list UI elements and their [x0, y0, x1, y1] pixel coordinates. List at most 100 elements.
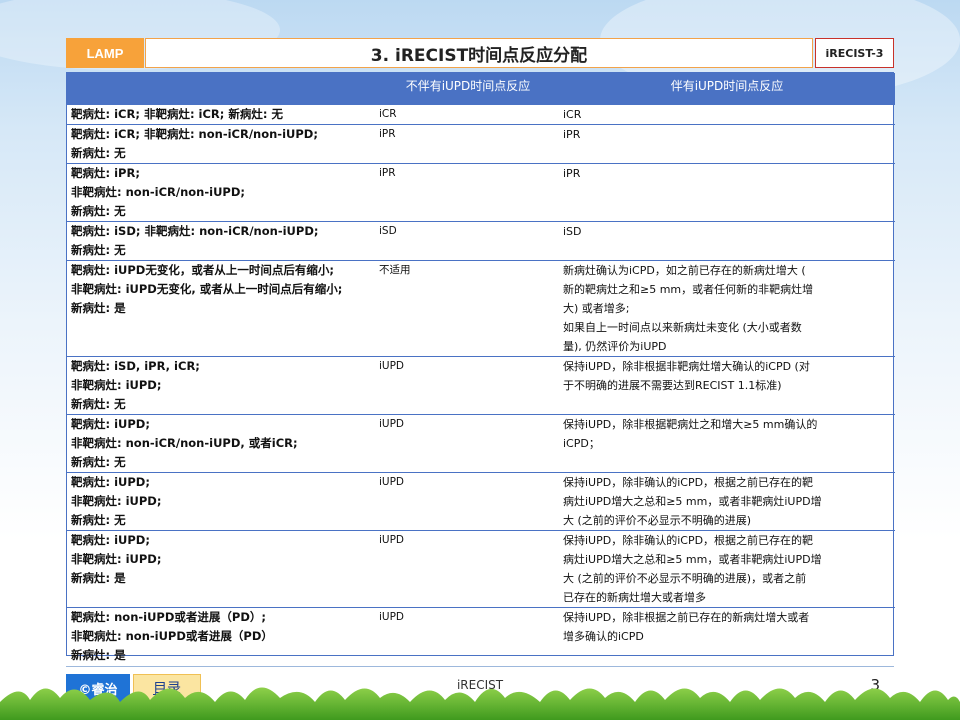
- cell-with-iupd: 新病灶确认为iCPD，如之前已存在的新病灶增大 (新的靶病灶之和≥5 mm，或者…: [559, 259, 895, 356]
- table-row: 靶病灶: iUPD; 非靶病灶: iUPD; 新病灶: 无 iUPD 保持iUPD，除非…: [67, 471, 895, 530]
- cell-with-iupd: 保持iUPD，除非根据非靶病灶增大确认的iCPD (对 于不明确的进展不需要达到R…: [559, 355, 895, 414]
- cell-text-line: iCPD；: [563, 436, 600, 450]
- cell-text-line: iPR: [379, 166, 396, 179]
- cell-text-line: 非靶病灶: iUPD无变化, 或者从上一时间点后有缩小;: [71, 281, 343, 296]
- cell-text-line: iUPD: [379, 417, 405, 430]
- cell-text-line: 保持iUPD，除非确认的iCPD，根据之前已存在的靶: [563, 475, 814, 489]
- cell-text-line: 新病灶: 无: [71, 242, 126, 257]
- cell-text-line: 已存在的新病灶增大或者增多: [563, 590, 706, 604]
- cell-without-iupd: iUPD: [377, 355, 559, 414]
- cell-text-line: iUPD: [379, 359, 405, 372]
- cell-lesion-status: 靶病灶: iUPD; 非靶病灶: iUPD; 新病灶: 是: [67, 529, 377, 607]
- cell-text-line: 非靶病灶: non-iCR/non-iUPD, 或者iCR;: [71, 435, 298, 450]
- cell-text-line: iUPD: [379, 610, 405, 623]
- cell-without-iupd: iCR: [377, 103, 559, 124]
- table-row: 靶病灶: iSD; 非靶病灶: non-iCR/non-iUPD; 新病灶: 无 i…: [67, 220, 895, 260]
- cell-text-line: 非靶病灶: non-iUPD或者进展（PD）: [71, 628, 273, 643]
- lamp-logo: LAMP: [66, 38, 144, 68]
- cell-text-line: 于不明确的进展不需要达到RECIST 1.1标准): [563, 378, 782, 392]
- cell-text-line: iUPD: [379, 475, 405, 488]
- cell-text-line: 靶病灶: iCR; 非靶病灶: iCR; 新病灶: 无: [71, 106, 283, 121]
- cell-text-line: 新病灶: 是: [71, 647, 126, 662]
- table-header-row: 不伴有iUPD时间点反应 伴有iUPD时间点反应: [67, 73, 895, 104]
- cell-text-line: 如果自上一时间点以来新病灶未变化 (大小或者数: [563, 320, 802, 334]
- cell-without-iupd: iUPD: [377, 471, 559, 530]
- cell-lesion-status: 靶病灶: iSD, iPR, iCR; 非靶病灶: iUPD; 新病灶: 无: [67, 355, 377, 414]
- table-row: 靶病灶: iPR; 非靶病灶: non-iCR/non-iUPD; 新病灶: 无 iP…: [67, 162, 895, 221]
- cell-lesion-status: 靶病灶: non-iUPD或者进展（PD）; 非靶病灶: non-iUPD或者进展…: [67, 606, 377, 665]
- cell-text-line: 非靶病灶: non-iCR/non-iUPD;: [71, 184, 245, 199]
- cell-without-iupd: iPR: [377, 162, 559, 221]
- cell-text-line: 靶病灶: iUPD;: [71, 416, 150, 431]
- page-title: 3. iRECIST时间点反应分配: [145, 38, 813, 68]
- cell-text-line: 新病灶: 无: [71, 512, 126, 527]
- cell-lesion-status: 靶病灶: iCR; 非靶病灶: non-iCR/non-iUPD; 新病灶: 无: [67, 123, 377, 163]
- cell-text-line: iCR: [379, 107, 397, 120]
- cell-text-line: iPR: [379, 127, 396, 140]
- response-table: 不伴有iUPD时间点反应 伴有iUPD时间点反应 靶病灶: iCR; 非靶病灶:…: [66, 72, 895, 665]
- cell-text-line: 新病灶: 无: [71, 396, 126, 411]
- cell-text-line: 靶病灶: iSD, iPR, iCR;: [71, 358, 200, 373]
- cell-without-iupd: iUPD: [377, 529, 559, 607]
- cell-text-line: 保持iUPD，除非根据靶病灶之和增大≥5 mm确认的: [563, 417, 818, 431]
- cell-text-line: 靶病灶: iPR;: [71, 165, 140, 180]
- cell-lesion-status: 靶病灶: iUPD; 非靶病灶: non-iCR/non-iUPD, 或者iCR;…: [67, 413, 377, 472]
- cell-with-iupd: 保持iUPD，除非根据之前已存在的新病灶增大或者 增多确认的iCPD: [559, 606, 895, 665]
- cell-with-iupd: iPR: [559, 162, 895, 221]
- cell-text-line: iUPD: [379, 533, 405, 546]
- cell-text-line: 新病灶: 是: [71, 300, 126, 315]
- cell-with-iupd: 保持iUPD，除非根据靶病灶之和增大≥5 mm确认的 iCPD；: [559, 413, 895, 472]
- cell-text-line: 保持iUPD，除非根据之前已存在的新病灶增大或者: [563, 610, 810, 624]
- cell-text-line: 靶病灶: iUPD;: [71, 532, 150, 547]
- cell-text-line: 保持iUPD，除非确认的iCPD，根据之前已存在的靶: [563, 533, 814, 547]
- cell-text-line: 新病灶: 无: [71, 454, 126, 469]
- cell-text-line: 病灶iUPD增大之总和≥5 mm，或者非靶病灶iUPD增: [563, 552, 822, 566]
- cell-text-line: 大 (之前的评价不必显示不明确的进展): [563, 513, 752, 527]
- cell-with-iupd: iSD: [559, 220, 895, 260]
- cell-text-line: 不适用: [379, 263, 411, 276]
- footer-divider: [66, 666, 894, 667]
- cell-text-line: 大 (之前的评价不必显示不明确的进展)，或者之前: [563, 571, 807, 585]
- cell-text-line: 靶病灶: iSD; 非靶病灶: non-iCR/non-iUPD;: [71, 223, 319, 238]
- cell-with-iupd: 保持iUPD，除非确认的iCPD，根据之前已存在的靶 病灶iUPD增大之总和≥5 …: [559, 471, 895, 530]
- cell-without-iupd: iSD: [377, 220, 559, 260]
- grass-decoration: [0, 687, 960, 720]
- cell-text-line: 新的靶病灶之和≥5 mm，或者任何新的非靶病灶增: [563, 282, 814, 296]
- table-row: 靶病灶: iSD, iPR, iCR; 非靶病灶: iUPD; 新病灶: 无 iUPD…: [67, 355, 895, 414]
- cell-lesion-status: 靶病灶: iPR; 非靶病灶: non-iCR/non-iUPD; 新病灶: 无: [67, 162, 377, 221]
- cell-text-line: 靶病灶: iCR; 非靶病灶: non-iCR/non-iUPD;: [71, 126, 318, 141]
- table-row: 靶病灶: non-iUPD或者进展（PD）; 非靶病灶: non-iUPD或者进展…: [67, 606, 895, 665]
- table-row: 靶病灶: iUPD无变化，或者从上一时间点后有缩小; 非靶病灶: iUPD无变化,…: [67, 259, 895, 356]
- cell-lesion-status: 靶病灶: iSD; 非靶病灶: non-iCR/non-iUPD; 新病灶: 无: [67, 220, 377, 260]
- cell-lesion-status: 靶病灶: iUPD; 非靶病灶: iUPD; 新病灶: 无: [67, 471, 377, 530]
- cell-text-line: 量), 仍然评价为iUPD: [563, 339, 667, 353]
- cell-with-iupd: iCR: [559, 103, 895, 124]
- cell-text-line: 增多确认的iCPD: [563, 629, 644, 643]
- cell-lesion-status: 靶病灶: iUPD无变化，或者从上一时间点后有缩小; 非靶病灶: iUPD无变化,…: [67, 259, 377, 356]
- cell-text-line: 靶病灶: iUPD无变化，或者从上一时间点后有缩小;: [71, 262, 334, 277]
- slide-code: iRECIST-3: [815, 38, 894, 68]
- cell-text-line: 非靶病灶: iUPD;: [71, 493, 162, 508]
- header-col-without-iupd: 不伴有iUPD时间点反应: [377, 73, 559, 104]
- cell-text-line: 新病灶: 是: [71, 570, 126, 585]
- cell-without-iupd: 不适用: [377, 259, 559, 356]
- table-row: 靶病灶: iCR; 非靶病灶: iCR; 新病灶: 无 iCR iCR: [67, 103, 895, 124]
- cell-text-line: iSD: [563, 224, 582, 238]
- table-row: 靶病灶: iUPD; 非靶病灶: non-iCR/non-iUPD, 或者iCR;…: [67, 413, 895, 472]
- cell-text-line: iPR: [563, 166, 581, 180]
- cell-text-line: 靶病灶: iUPD;: [71, 474, 150, 489]
- cell-text-line: iSD: [379, 224, 397, 237]
- cell-text-line: iPR: [563, 127, 581, 141]
- cell-with-iupd: iPR: [559, 123, 895, 163]
- cell-text-line: 大) 或者增多;: [563, 301, 630, 315]
- cell-text-line: 非靶病灶: iUPD;: [71, 551, 162, 566]
- cell-text-line: 病灶iUPD增大之总和≥5 mm，或者非靶病灶iUPD增: [563, 494, 822, 508]
- header-col-lesions: [67, 73, 377, 104]
- cell-text-line: iCR: [563, 107, 582, 121]
- cell-text-line: 新病灶: 无: [71, 203, 126, 218]
- cell-text-line: 新病灶: 无: [71, 145, 126, 160]
- table-row: 靶病灶: iUPD; 非靶病灶: iUPD; 新病灶: 是 iUPD 保持iUPD，除非…: [67, 529, 895, 607]
- cell-without-iupd: iUPD: [377, 606, 559, 665]
- cell-text-line: 靶病灶: non-iUPD或者进展（PD）;: [71, 609, 266, 624]
- header-col-with-iupd: 伴有iUPD时间点反应: [559, 73, 895, 104]
